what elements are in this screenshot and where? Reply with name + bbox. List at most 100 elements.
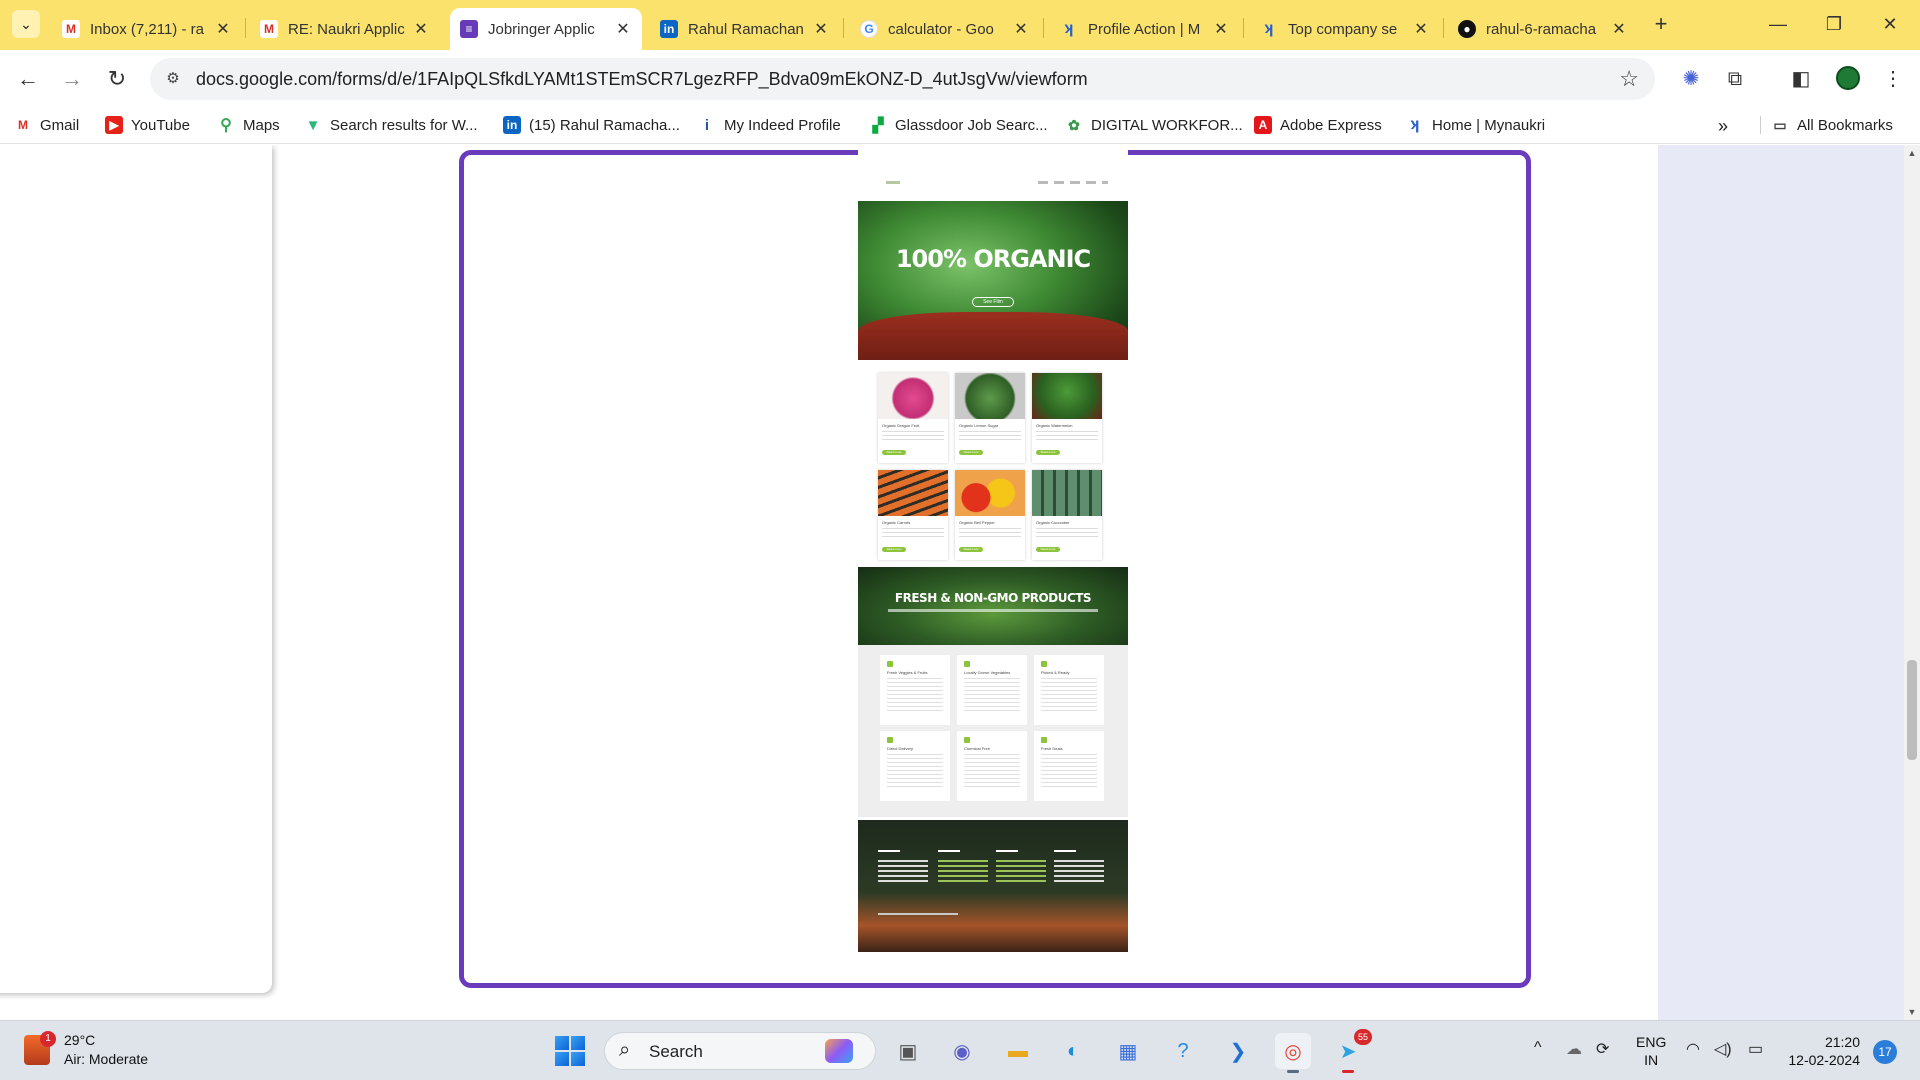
url-text[interactable]: docs.google.com/forms/d/e/1FAIpQLSfkdLYA…	[196, 69, 1088, 90]
tab-gmail-naukri[interactable]: M RE: Naukri Applic ✕	[250, 8, 440, 50]
tab-calculator[interactable]: G calculator - Goo ✕	[850, 8, 1040, 50]
clock[interactable]: 21:20 12-02-2024	[1760, 1033, 1860, 1069]
bookmark-mynaukri[interactable]: ʞ Home | Mynaukri	[1406, 116, 1546, 134]
task-view-icon[interactable]: ▣	[890, 1033, 926, 1069]
feature-title: Fresh Deals	[1041, 746, 1063, 751]
close-icon[interactable]: ✕	[614, 19, 632, 39]
bookmark-label: Maps	[243, 116, 280, 134]
back-button[interactable]: ←	[13, 64, 43, 94]
tab-jobringer-form[interactable]: ≡ Jobringer Applic ✕	[450, 8, 642, 50]
tab-linkedin[interactable]: in Rahul Ramachan ✕	[650, 8, 840, 50]
forward-button[interactable]: →	[57, 64, 87, 94]
bell-peppers-image	[955, 470, 1025, 516]
close-icon[interactable]: ✕	[1212, 19, 1230, 39]
bookmark-youtube[interactable]: ▶ YouTube	[105, 116, 190, 134]
site-info-icon[interactable]: ⚙	[162, 68, 184, 90]
bookmark-search-results[interactable]: ▼ Search results for W...	[304, 116, 478, 134]
all-bookmarks[interactable]: ▭ All Bookmarks	[1760, 116, 1893, 134]
tray-overflow-chevron-icon[interactable]: ^	[1534, 1039, 1542, 1057]
taskbar-search[interactable]: ⌕ Search	[604, 1032, 876, 1070]
minimize-button[interactable]: —	[1750, 8, 1806, 40]
store-icon[interactable]: ▦	[1110, 1033, 1146, 1069]
telegram-icon[interactable]: ➤ 55	[1330, 1029, 1372, 1073]
product-title: Organic Carrots	[882, 520, 911, 525]
file-explorer-icon[interactable]: ▬	[1000, 1033, 1036, 1069]
extension-gear-icon[interactable]: ✺	[1676, 64, 1706, 94]
product-card: Organic Dragon Fruit Read more	[878, 373, 948, 463]
close-window-button[interactable]: ✕	[1862, 8, 1918, 40]
feature-title: Fresh Veggies & Fruits	[887, 670, 928, 675]
reload-button[interactable]: ↻	[102, 64, 132, 94]
feature-title: Locally Grown Vegetables	[964, 670, 1011, 675]
tab-naukri-profile[interactable]: ʞ Profile Action | M ✕	[1050, 8, 1240, 50]
more-bookmarks-chevron-icon[interactable]: »	[1718, 116, 1728, 137]
scroll-down-arrow-icon[interactable]: ▼	[1904, 1004, 1920, 1020]
bookmark-gmail[interactable]: M Gmail	[14, 116, 79, 134]
teams-icon[interactable]: ◉	[944, 1033, 980, 1069]
tab-title: Top company se	[1288, 20, 1398, 38]
extensions-puzzle-icon[interactable]: ⧉	[1720, 64, 1750, 94]
bookmark-star-icon[interactable]: ☆	[1619, 66, 1639, 92]
tab-gmail-inbox[interactable]: M Inbox (7,211) - ra ✕	[52, 8, 242, 50]
tab-title: Inbox (7,211) - ra	[90, 20, 204, 38]
close-icon[interactable]: ✕	[1610, 19, 1628, 39]
product-title: Organic Cucumber	[1036, 520, 1070, 525]
weather-description: Air: Moderate	[64, 1051, 149, 1067]
bookmark-indeed[interactable]: i My Indeed Profile	[698, 116, 841, 134]
search-label: Search	[649, 1042, 703, 1061]
vscode-icon[interactable]: ❯	[1220, 1033, 1256, 1069]
wifi-icon[interactable]: ◠	[1686, 1039, 1700, 1059]
tab-search-icon[interactable]: ⌄	[12, 10, 40, 38]
close-icon[interactable]: ✕	[214, 19, 232, 39]
chrome-icon[interactable]: ◎	[1275, 1033, 1311, 1073]
side-panel-icon[interactable]: ◧	[1786, 64, 1816, 94]
bookmark-digital-workforce[interactable]: ✿ DIGITAL WORKFOR...	[1065, 116, 1243, 134]
weather-widget[interactable]: 1 29°C Air: Moderate	[24, 1031, 148, 1069]
close-icon[interactable]: ✕	[812, 19, 830, 39]
flower-icon	[964, 737, 970, 743]
menu-kebab-icon[interactable]: ⋮	[1878, 64, 1908, 94]
bookmark-maps[interactable]: ⚲ Maps	[217, 116, 280, 135]
scroll-thumb[interactable]	[1907, 660, 1917, 760]
website-screenshot-image: 100% ORGANIC See Film Organic Dragon Fru…	[858, 145, 1128, 960]
page-scrollbar[interactable]: ▲ ▼	[1904, 145, 1920, 1020]
lettuce-image	[955, 373, 1025, 419]
product-button: Read more	[882, 547, 906, 552]
tab-naukri-companies[interactable]: ʞ Top company se ✕	[1250, 8, 1440, 50]
close-icon[interactable]: ✕	[1412, 19, 1430, 39]
gmail-icon: M	[260, 20, 278, 38]
new-tab-button[interactable]: +	[1648, 12, 1674, 38]
onedrive-cloud-icon[interactable]: ☁	[1566, 1039, 1582, 1059]
browser-toolbar: ← → ↻ ⚙ docs.google.com/forms/d/e/1FAIpQ…	[0, 50, 1920, 108]
edge-icon[interactable]: ◐	[1055, 1033, 1091, 1069]
product-card: Organic Carrots Read more	[878, 470, 948, 560]
close-icon[interactable]: ✕	[412, 19, 430, 39]
notification-badge[interactable]: 17	[1873, 1040, 1897, 1064]
bookmarks-bar: M Gmail ▶ YouTube ⚲ Maps ▼ Search result…	[0, 108, 1920, 144]
bookmark-glassdoor[interactable]: ▞ Glassdoor Job Searc...	[869, 116, 1048, 134]
address-bar[interactable]: ⚙ docs.google.com/forms/d/e/1FAIpQLSfkdL…	[150, 58, 1655, 100]
language-indicator[interactable]: ENG IN	[1636, 1033, 1666, 1069]
feature-card: Locally Grown Vegetables	[957, 655, 1027, 725]
tab-github[interactable]: ● rahul-6-ramacha ✕	[1448, 8, 1638, 50]
tab-title: Profile Action | M	[1088, 20, 1201, 38]
feature-title: Chemical Free	[964, 746, 991, 751]
bookmark-adobe-express[interactable]: A Adobe Express	[1254, 116, 1382, 134]
close-icon[interactable]: ✕	[1012, 19, 1030, 39]
sync-icon[interactable]: ⟳	[1596, 1039, 1609, 1059]
sprout-icon	[1041, 661, 1047, 667]
start-windows-icon[interactable]	[555, 1036, 585, 1066]
profile-avatar[interactable]	[1836, 66, 1860, 90]
form-background-panel	[1658, 145, 1904, 1020]
footer-column	[1054, 850, 1104, 882]
feature-title: Picked & Ready	[1041, 670, 1070, 675]
bookmark-linkedin[interactable]: in (15) Rahul Ramacha...	[503, 116, 680, 134]
hero-banner: 100% ORGANIC See Film	[858, 201, 1128, 360]
gmail-icon: M	[62, 20, 80, 38]
help-icon[interactable]: ?	[1165, 1033, 1201, 1069]
volume-icon[interactable]: ◁)	[1714, 1039, 1732, 1059]
scroll-up-arrow-icon[interactable]: ▲	[1904, 145, 1920, 161]
restore-button[interactable]: ❐	[1806, 8, 1862, 40]
tag-icon	[1041, 737, 1047, 743]
fresh-products-banner: FRESH & NON-GMO PRODUCTS	[858, 567, 1128, 645]
